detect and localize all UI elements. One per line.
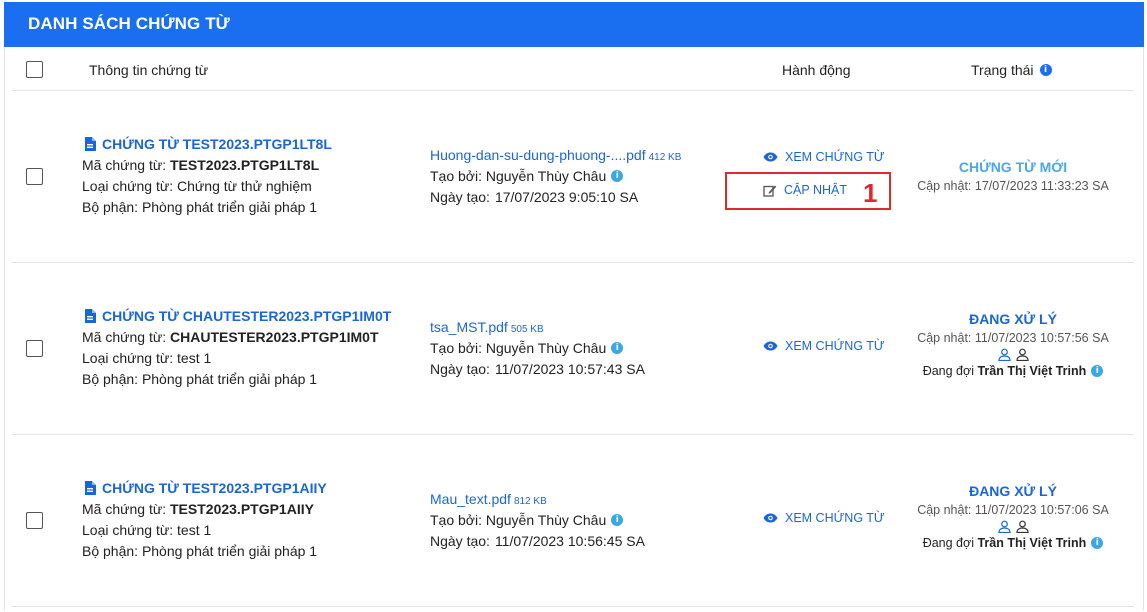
- document-code: Mã chứng từ: TEST2023.PTGP1LT8L: [82, 157, 320, 173]
- info-icon[interactable]: i: [1039, 64, 1052, 76]
- table-row: CHỨNG TỪ TEST2023.PTGP1AIIY Mã chứng từ:…: [0, 435, 1147, 607]
- row-checkbox[interactable]: [26, 512, 43, 529]
- user-outline-blue-icon[interactable]: [997, 520, 1011, 533]
- info-icon[interactable]: i: [611, 342, 624, 354]
- pdf-file-icon: [85, 481, 96, 495]
- select-all-checkbox[interactable]: [26, 61, 43, 78]
- file-size: 812 KB: [513, 496, 547, 507]
- info-icon[interactable]: i: [1091, 365, 1104, 377]
- file-size: 505 KB: [510, 324, 544, 335]
- divider: [12, 606, 1134, 607]
- eye-icon: [763, 152, 778, 162]
- created-at: Ngày tạo: 11/07/2023 10:56:45 SA: [430, 533, 645, 549]
- column-header-action: Hành động: [782, 62, 851, 78]
- created-by: Tạo bởi: Nguyễn Thùy Châu i: [430, 340, 624, 356]
- document-title: CHỨNG TỪ TEST2023.PTGP1LT8L: [102, 136, 332, 152]
- column-header-status: Trạng thái i: [971, 62, 1052, 78]
- view-document-button[interactable]: XEM CHỨNG TỪ: [763, 511, 885, 525]
- attachment-link[interactable]: Huong-dan-su-dung-phuong-....pdf 412 KB: [430, 147, 681, 163]
- view-document-button[interactable]: XEM CHỨNG TỪ: [763, 150, 885, 164]
- column-header-info: Thông tin chứng từ: [89, 62, 209, 78]
- document-code: Mã chứng từ: TEST2023.PTGP1AIIY: [82, 501, 314, 517]
- tutorial-step-number: 1: [863, 178, 878, 208]
- user-outline-icon[interactable]: [1015, 348, 1029, 361]
- created-at: Ngày tạo: 11/07/2023 10:57:43 SA: [430, 361, 645, 377]
- status-badge: ĐANG XỬ LÝ: [969, 311, 1057, 327]
- document-code: Mã chứng từ: CHAUTESTER2023.PTGP1IM0T: [82, 329, 379, 345]
- row-checkbox[interactable]: [26, 340, 43, 357]
- document-type: Loại chứng từ: test 1: [82, 350, 212, 366]
- status-cell: ĐANG XỬ LÝ Cập nhật: 11/07/2023 10:57:06…: [898, 483, 1128, 550]
- file-size: 412 KB: [648, 152, 682, 163]
- created-by: Tạo bởi: Nguyễn Thùy Châu i: [430, 168, 624, 184]
- table-row: CHỨNG TỪ TEST2023.PTGP1LT8L Mã chứng từ:…: [0, 91, 1147, 263]
- eye-icon: [763, 341, 778, 351]
- row-checkbox[interactable]: [26, 168, 43, 185]
- status-cell: ĐANG XỬ LÝ Cập nhật: 11/07/2023 10:57:56…: [898, 311, 1128, 378]
- info-icon[interactable]: i: [1091, 537, 1104, 549]
- document-list-page: DANH SÁCH CHỨNG TỪ Thông tin chứng từ Hà…: [0, 0, 1147, 612]
- status-updated: Cập nhật: 11/07/2023 10:57:06 SA: [917, 503, 1109, 517]
- document-type: Loại chứng từ: Chứng từ thử nghiệm: [82, 178, 312, 194]
- status-updated: Cập nhật: 17/07/2023 11:33:23 SA: [917, 179, 1109, 193]
- info-icon[interactable]: i: [611, 170, 624, 182]
- pdf-file-icon: [85, 309, 96, 323]
- attachment-link[interactable]: tsa_MST.pdf 505 KB: [430, 319, 544, 335]
- info-icon[interactable]: i: [611, 514, 624, 526]
- document-title-link[interactable]: CHỨNG TỪ CHAUTESTER2023.PTGP1IM0T: [84, 308, 391, 324]
- status-cell: CHỨNG TỪ MỚI Cập nhật: 17/07/2023 11:33:…: [898, 159, 1128, 193]
- table-row: CHỨNG TỪ CHAUTESTER2023.PTGP1IM0T Mã chứ…: [0, 263, 1147, 435]
- column-header-status-label: Trạng thái: [971, 62, 1034, 78]
- user-outline-blue-icon[interactable]: [997, 348, 1011, 361]
- attachment-link[interactable]: Mau_text.pdf 812 KB: [430, 491, 547, 507]
- assignee-icons: [898, 520, 1128, 533]
- document-title-link[interactable]: CHỨNG TỪ TEST2023.PTGP1AIIY: [84, 480, 327, 496]
- created-at: Ngày tạo: 17/07/2023 9:05:10 SA: [430, 189, 639, 205]
- view-document-button[interactable]: XEM CHỨNG TỪ: [763, 339, 885, 353]
- eye-icon: [763, 513, 778, 523]
- assignee-icons: [898, 348, 1128, 361]
- document-department: Bộ phận: Phòng phát triển giải pháp 1: [82, 543, 318, 559]
- waiting-for: Đang đợi Trần Thị Việt Trinh i: [898, 364, 1128, 378]
- document-title-link[interactable]: CHỨNG TỪ TEST2023.PTGP1LT8L: [84, 136, 332, 152]
- document-department: Bộ phận: Phòng phát triển giải pháp 1: [82, 371, 318, 387]
- document-title: CHỨNG TỪ CHAUTESTER2023.PTGP1IM0T: [102, 308, 392, 324]
- document-title: CHỨNG TỪ TEST2023.PTGP1AIIY: [102, 480, 327, 496]
- user-outline-icon[interactable]: [1015, 520, 1029, 533]
- panel-header: DANH SÁCH CHỨNG TỪ: [4, 2, 1144, 47]
- panel-title: DANH SÁCH CHỨNG TỪ: [28, 14, 230, 33]
- document-department: Bộ phận: Phòng phát triển giải pháp 1: [82, 199, 318, 215]
- created-by: Tạo bởi: Nguyễn Thùy Châu i: [430, 512, 624, 528]
- waiting-for: Đang đợi Trần Thị Việt Trinh i: [898, 536, 1128, 550]
- status-badge: CHỨNG TỪ MỚI: [958, 159, 1068, 175]
- status-badge: ĐANG XỬ LÝ: [969, 483, 1057, 499]
- document-type: Loại chứng từ: test 1: [82, 522, 212, 538]
- pdf-file-icon: [85, 137, 96, 151]
- status-updated: Cập nhật: 11/07/2023 10:57:56 SA: [917, 331, 1109, 345]
